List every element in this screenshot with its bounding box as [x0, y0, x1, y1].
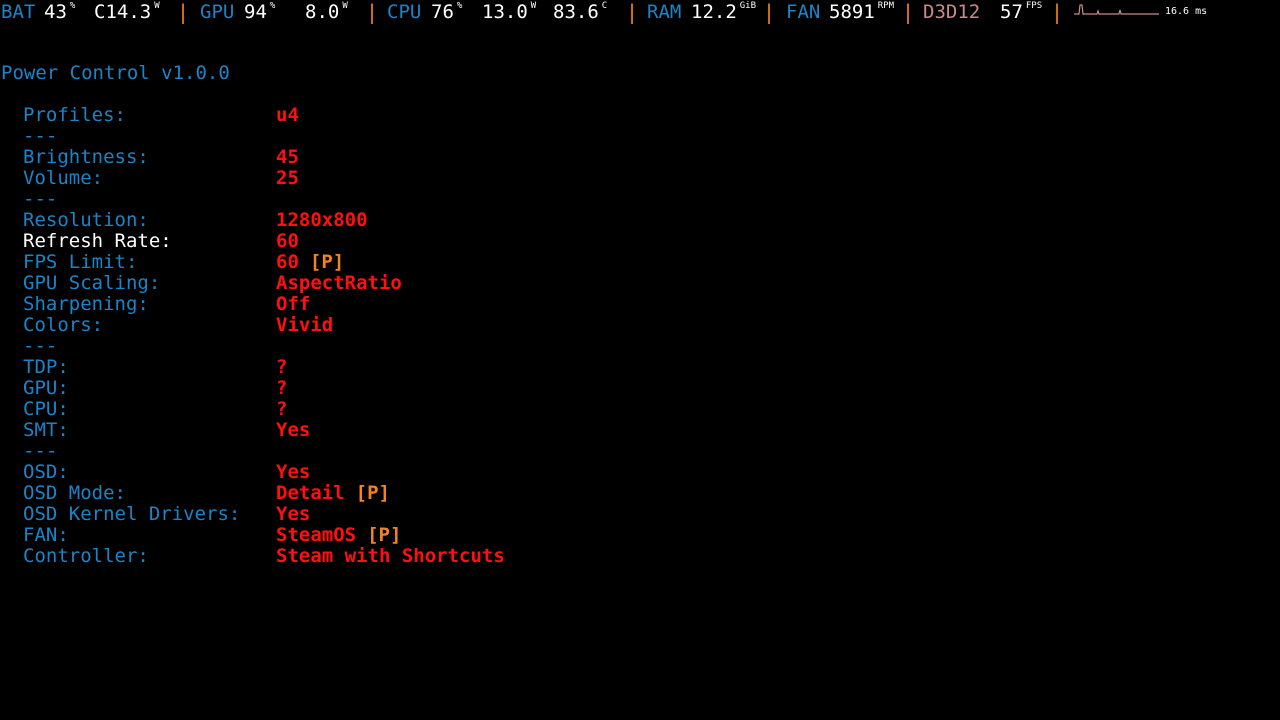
menu-item-value: Yes: [276, 503, 311, 525]
separator: |: [626, 0, 639, 24]
menu-item-label: Controller:: [23, 545, 149, 567]
bat-power: C14.3 W: [94, 1, 160, 23]
menu-item-value: ?: [276, 377, 288, 399]
frametime-line: [1074, 4, 1159, 15]
menu-separator: ---: [23, 189, 505, 210]
menu-item-value: Detail: [276, 482, 345, 504]
menu-item-value: ?: [276, 398, 288, 420]
menu-item-osd[interactable]: OSD: Yes: [23, 462, 505, 483]
menu-item-label: TDP:: [23, 356, 69, 378]
menu-item-value: Yes: [276, 461, 311, 483]
performance-overlay: BAT 43% C14.3 W | GPU 94% 8.0 W | CPU 76% …: [0, 0, 1280, 24]
menu-item-smt[interactable]: SMT: Yes: [23, 420, 505, 441]
menu-item-osd-mode[interactable]: OSD Mode: Detail [P]: [23, 483, 505, 504]
separator-text: ---: [23, 125, 58, 147]
menu-item-osd-kernel-drivers[interactable]: OSD Kernel Drivers: Yes: [23, 504, 505, 525]
menu-item-value: Yes: [276, 419, 311, 441]
menu-item-label: Brightness:: [23, 146, 149, 168]
menu-item-tdp[interactable]: TDP:?: [23, 357, 505, 378]
menu-item-label: Colors:: [23, 314, 104, 336]
frametime-value: 16.6 ms: [1165, 6, 1208, 17]
fan-value: 5891 RPM: [829, 1, 895, 23]
menu-item-label: SMT:: [23, 419, 69, 441]
ram-label: RAM: [647, 1, 682, 23]
separator-text: ---: [23, 440, 58, 462]
cpu-percent: 76%: [431, 1, 463, 23]
menu-item-value: 60: [276, 251, 299, 273]
menu-item-value: 45: [276, 146, 299, 168]
cpu-label: CPU: [387, 1, 422, 23]
per-profile-badge: [P]: [309, 251, 345, 273]
per-profile-badge: [P]: [367, 524, 402, 546]
menu-item-profiles[interactable]: Profiles: u4: [23, 105, 505, 126]
separator-text: ---: [23, 188, 58, 210]
menu-item-cpu[interactable]: CPU:?: [23, 399, 505, 420]
menu-item-value: AspectRatio: [276, 272, 402, 294]
menu-item-value: SteamOS: [276, 524, 357, 546]
menu-item-volume[interactable]: Volume: 25: [23, 168, 505, 189]
menu-item-fan[interactable]: FAN: SteamOS [P]: [23, 525, 505, 546]
menu-item-gpu[interactable]: GPU:?: [23, 378, 505, 399]
separator: |: [177, 0, 190, 24]
menu-item-label: CPU:: [23, 398, 69, 420]
bat-label: BAT: [1, 1, 36, 23]
menu-item-label: Volume:: [23, 167, 104, 189]
frametime-graph: [1074, 4, 1159, 15]
gpu-power: 8.0 W: [305, 1, 348, 23]
cpu-power: 13.0 W: [482, 1, 537, 23]
fan-label: FAN: [786, 1, 821, 23]
menu-item-value: 25: [276, 167, 299, 189]
menu-item-fps-limit[interactable]: FPS Limit: 60 [P]: [23, 252, 505, 273]
settings-menu: Profiles: u4 --- Brightness: 45 Volume: 25 --- R…: [23, 105, 505, 567]
gpu-label: GPU: [200, 1, 235, 23]
menu-item-value: Off: [276, 293, 311, 315]
bat-percent: 43%: [44, 1, 76, 23]
cpu-temp: 83.6 C: [553, 1, 608, 23]
separator-text: ---: [23, 335, 58, 357]
menu-item-controller[interactable]: Controller: Steam with Shortcuts: [23, 546, 505, 567]
menu-item-label: FPS Limit:: [23, 251, 138, 273]
menu-item-resolution[interactable]: Resolution: 1280x800: [23, 210, 505, 231]
app-title: Power Control v1.0.0: [1, 62, 230, 84]
menu-item-value: Steam with Shortcuts: [276, 545, 505, 567]
menu-item-label: GPU Scaling:: [23, 272, 161, 294]
menu-item-label: Refresh Rate:: [23, 230, 172, 252]
menu-item-value: ?: [276, 356, 288, 378]
ram-value: 12.2 GiB: [691, 1, 757, 23]
menu-item-label: GPU:: [23, 377, 69, 399]
menu-item-label: Resolution:: [23, 209, 149, 231]
separator: |: [1051, 0, 1064, 24]
per-profile-badge: [P]: [355, 482, 390, 504]
graphics-api-label: D3D12: [923, 1, 981, 23]
menu-item-gpu-scaling[interactable]: GPU Scaling: AspectRatio: [23, 273, 505, 294]
menu-item-refresh-rate[interactable]: Refresh Rate: 60: [23, 231, 505, 252]
menu-item-label: OSD Kernel Drivers:: [23, 503, 241, 525]
menu-separator: ---: [23, 441, 505, 462]
separator: |: [763, 0, 776, 24]
menu-item-value: u4: [276, 104, 299, 126]
menu-separator: ---: [23, 336, 505, 357]
menu-item-value: 60: [276, 230, 299, 252]
menu-item-sharpening[interactable]: Sharpening: Off: [23, 294, 505, 315]
separator: |: [366, 0, 379, 24]
menu-item-value: 1280x800: [276, 209, 368, 231]
separator: |: [902, 0, 915, 24]
menu-item-label: Sharpening:: [23, 293, 149, 315]
menu-item-label: Profiles:: [23, 104, 126, 126]
menu-item-value: Vivid: [276, 314, 334, 336]
gpu-percent: 94%: [244, 1, 276, 23]
menu-item-label: OSD Mode:: [23, 482, 126, 504]
menu-item-brightness[interactable]: Brightness: 45: [23, 147, 505, 168]
menu-item-label: FAN:: [23, 524, 69, 546]
fps-value: 57 FPS: [1000, 1, 1043, 23]
menu-separator: ---: [23, 126, 505, 147]
menu-item-colors[interactable]: Colors: Vivid: [23, 315, 505, 336]
menu-item-label: OSD:: [23, 461, 69, 483]
